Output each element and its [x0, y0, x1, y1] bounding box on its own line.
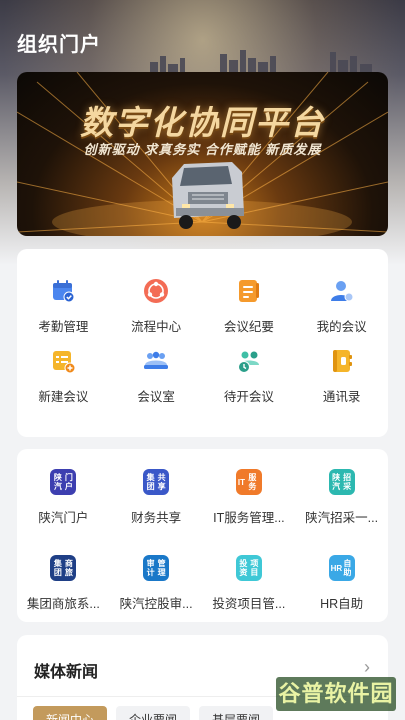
user-meeting-icon	[328, 277, 356, 305]
tab-corporate-news[interactable]: 企业要闻	[116, 706, 190, 720]
new-meeting-item[interactable]: 新建会议	[17, 337, 110, 423]
news-section-title: 媒体新闻	[34, 664, 99, 681]
banner-subtitle: 创新驱动 求真务实 合作赋能 新质发展	[83, 142, 322, 157]
app-item-shaanxi-portal[interactable]: 陕汽 门户 陕汽门户	[17, 449, 110, 535]
calendar-check-icon	[49, 277, 77, 305]
app-label: 集团商旅系...	[26, 597, 100, 611]
hr-self-service-app-icon: HR 自助	[328, 555, 355, 581]
app-item-business-travel[interactable]: 集团 商旅 集团商旅系...	[17, 535, 110, 621]
meeting-room-item[interactable]: 会议室	[110, 337, 203, 423]
office-functions-card: 考勤管理 流程中心 会议纪要 我的会议 新建会议 会议室 待开会议 通讯录	[17, 249, 388, 437]
process-center-item[interactable]: 流程中心	[110, 251, 203, 337]
app-label: 陕汽门户	[38, 511, 89, 525]
app-item-audit[interactable]: 审计 管理 陕汽控股审...	[110, 535, 203, 621]
contacts-label: 通讯录	[322, 390, 361, 404]
attendance-item[interactable]: 考勤管理	[17, 251, 110, 337]
tab-news-center[interactable]: 新闻中心	[33, 706, 107, 720]
promo-banner[interactable]: 数字化协同平台 创新驱动 求真务实 合作赋能 新质发展	[17, 72, 388, 236]
pending-meetings-label: 待开会议	[223, 390, 274, 404]
contacts-book-icon	[328, 347, 356, 375]
app-item-procurement[interactable]: 陕汽 招采 陕汽招采一...	[295, 449, 388, 535]
banner-title: 数字化协同平台	[80, 104, 325, 141]
it-service-app-icon: IT 服务	[235, 469, 262, 495]
procurement-app-icon: 陕汽 招采	[328, 469, 355, 495]
process-flow-icon	[142, 277, 170, 305]
apps-card: 陕汽 门户 陕汽门户 集团 共享 财务共享 IT 服务 IT服务管理... 陕汽 招采 …	[17, 449, 388, 622]
app-label: 投资项目管...	[212, 597, 286, 611]
app-item-finance-shared[interactable]: 集团 共享 财务共享	[110, 449, 203, 535]
attendance-label: 考勤管理	[38, 320, 89, 334]
meeting-notes-label: 会议纪要	[223, 320, 274, 334]
pending-meetings-item[interactable]: 待开会议	[203, 337, 296, 423]
new-meeting-icon	[49, 347, 77, 375]
audit-app-icon: 审计 管理	[143, 555, 170, 581]
pending-meeting-icon	[235, 347, 263, 375]
shaanxi-portal-app-icon: 陕汽 门户	[50, 469, 77, 495]
meeting-room-icon	[142, 347, 170, 375]
tab-grassroots-news[interactable]: 基层要闻	[199, 706, 273, 720]
chevron-right-icon[interactable]: ›	[364, 657, 370, 678]
contacts-item[interactable]: 通讯录	[295, 337, 388, 423]
page-title: 组织门户	[17, 34, 101, 56]
meeting-room-label: 会议室	[137, 390, 175, 404]
investment-project-app-icon: 投资 项目	[235, 555, 262, 581]
business-travel-app-icon: 集团 商旅	[50, 555, 77, 581]
my-meetings-item[interactable]: 我的会议	[295, 251, 388, 337]
app-item-it-service[interactable]: IT 服务 IT服务管理...	[203, 449, 296, 535]
meeting-notes-item[interactable]: 会议纪要	[203, 251, 296, 337]
app-label: 财务共享	[131, 511, 182, 525]
truck-image	[172, 162, 244, 229]
app-label: 陕汽招采一...	[305, 511, 379, 525]
app-item-hr-self-service[interactable]: HR 自助 HR自助	[295, 535, 388, 621]
app-item-investment-project[interactable]: 投资 项目 投资项目管...	[203, 535, 296, 621]
app-label: IT服务管理...	[213, 511, 285, 525]
my-meetings-label: 我的会议	[316, 320, 367, 334]
finance-shared-app-icon: 集团 共享	[143, 469, 170, 495]
app-label: HR自助	[320, 597, 364, 611]
app-label: 陕汽控股审...	[119, 597, 193, 611]
process-center-label: 流程中心	[131, 320, 182, 334]
watermark-logo: 谷普软件园	[276, 677, 396, 711]
meeting-notes-icon	[235, 277, 263, 305]
new-meeting-label: 新建会议	[38, 390, 89, 404]
